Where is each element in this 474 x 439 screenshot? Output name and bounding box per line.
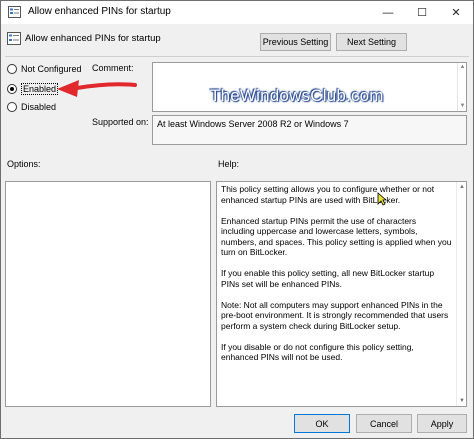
scroll-up-icon[interactable]: ▲ [459, 64, 466, 71]
ok-button[interactable]: OK [294, 414, 350, 433]
radio-enabled[interactable]: Enabled [7, 83, 59, 95]
radio-circle[interactable] [7, 102, 17, 112]
mouse-cursor-icon [377, 192, 387, 206]
title-bar[interactable]: Allow enhanced PINs for startup — ☐ ✕ [1, 1, 473, 24]
minimize-icon: — [382, 6, 394, 19]
help-label: Help: [218, 159, 240, 169]
supported-on-label: Supported on: [92, 117, 149, 127]
radio-circle[interactable] [7, 64, 17, 74]
supported-on-field: At least Windows Server 2008 R2 or Windo… [152, 115, 467, 145]
help-paragraph: This policy setting allows you to config… [221, 184, 435, 205]
maximize-icon: ☐ [417, 7, 427, 19]
help-scrollbar[interactable]: ▲ ▼ [456, 182, 466, 406]
close-button[interactable]: ✕ [439, 1, 473, 24]
supported-on-value: At least Windows Server 2008 R2 or Windo… [157, 119, 349, 129]
red-arrow-icon [57, 80, 137, 97]
scroll-down-icon[interactable]: ▼ [459, 103, 466, 110]
radio-disabled[interactable]: Disabled [7, 102, 56, 112]
header-divider [5, 56, 469, 57]
previous-setting-button[interactable]: Previous Setting [260, 33, 331, 51]
policy-settings-icon [7, 32, 21, 45]
comment-scrollbar[interactable]: ▲ ▼ [457, 63, 466, 111]
radio-label: Not Configured [21, 64, 82, 74]
watermark-logo: TheWindowsClub.com [210, 86, 384, 105]
policy-settings-icon [8, 6, 21, 18]
scroll-down-icon[interactable]: ▼ [458, 397, 466, 405]
radio-label: Disabled [21, 102, 57, 112]
policy-title: Allow enhanced PINs for startup [25, 33, 161, 44]
next-setting-button[interactable]: Next Setting [336, 33, 407, 51]
maximize-button[interactable]: ☐ [405, 1, 439, 24]
close-icon: ✕ [451, 7, 461, 19]
cancel-button[interactable]: Cancel [356, 414, 412, 433]
apply-button[interactable]: Apply [417, 414, 467, 433]
help-paragraph: If you disable or do not configure this … [221, 341, 414, 363]
help-paragraph: Enhanced startup PINs permit the use of … [221, 215, 452, 258]
radio-circle-selected[interactable] [7, 84, 17, 94]
radio-label: Enabled [21, 83, 59, 95]
radio-not-configured[interactable]: Not Configured [7, 64, 82, 74]
comment-label: Comment: [92, 63, 134, 73]
options-label: Options: [7, 159, 41, 169]
minimize-button[interactable]: — [371, 1, 405, 24]
help-panel: This policy setting allows you to config… [216, 181, 467, 407]
help-paragraph: Note: Not all computers may support enha… [221, 299, 449, 331]
policy-dialog: Allow enhanced PINs for startup — ☐ ✕ Al… [0, 0, 474, 439]
scroll-up-icon[interactable]: ▲ [458, 183, 466, 191]
window-title: Allow enhanced PINs for startup [28, 6, 171, 17]
help-paragraph: If you enable this policy setting, all n… [221, 268, 435, 289]
options-panel [5, 181, 211, 407]
